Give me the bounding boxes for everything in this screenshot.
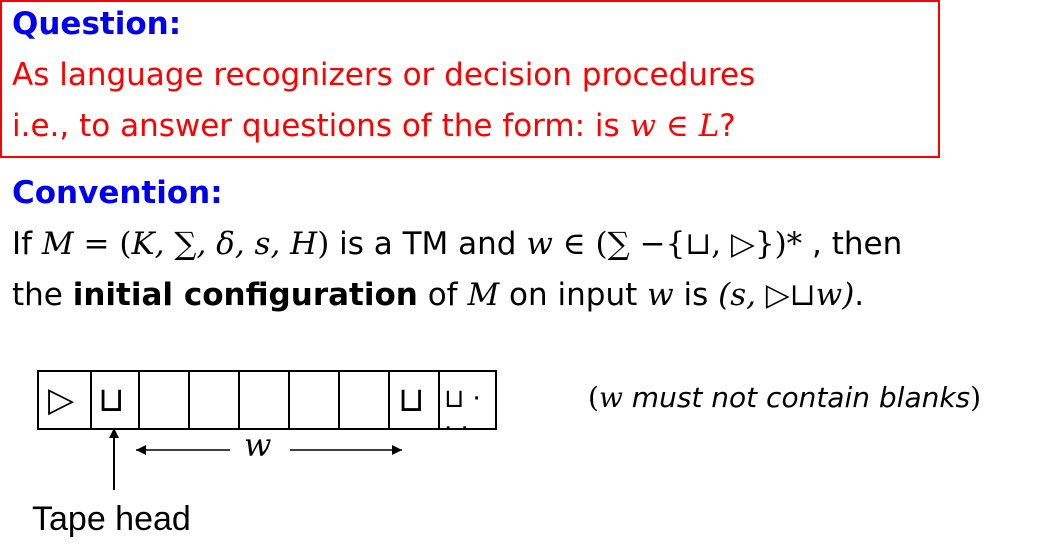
convention-text: , then [802,226,903,262]
tape-cell [340,372,390,428]
question-line-1: As language recognizers or decision proc… [12,57,756,93]
convention-text: If [12,226,42,262]
tape-cell [240,372,290,428]
convention-line-2: the initial configuration of M on input … [12,277,864,313]
tape-head-arrow [109,428,119,490]
tape-symbol: ⊔ [398,380,425,420]
initial-configuration-term: initial configuration [72,277,418,313]
tape-cell: ⊔ [390,372,440,428]
math-tuple: K, ∑, δ, s, H [131,226,318,262]
convention-heading: Convention: [12,175,223,211]
math-w: w [526,226,553,262]
blank-note: (w must not contain blanks) [588,381,981,414]
period: . [854,277,865,313]
math-eq: = ( [73,226,132,262]
math-close: ) [317,226,330,262]
w-label: w [244,426,272,464]
tape-cell [190,372,240,428]
math-in: ∈ [656,108,699,144]
note-text: must not contain blanks [622,381,971,414]
question-heading: Question: [12,6,182,42]
convention-text: is a TM and [329,226,527,262]
tape-cell: ⊔ · · · [440,372,495,444]
math-L: L [698,108,720,144]
tape-cell [290,372,340,428]
tape: ▷ ⊔ ⊔ ⊔ · · · [37,370,497,444]
convention-text: on input [499,277,648,313]
question-mark: ? [719,108,736,144]
tape-cell: ▷ [39,372,92,428]
math-M: M [41,226,74,262]
math-config: (s, ▷⊔w) [718,277,855,313]
tape-symbol: ▷ [48,380,75,420]
tape-cell [140,372,190,428]
math-w: w [647,277,674,313]
convention-text: of [417,277,468,313]
note-paren: ( [588,381,599,414]
tape-cell: ⊔ [92,372,140,428]
convention-line-1: If M = (K, ∑, δ, s, H) is a TM and w ∈ (… [12,226,902,262]
tape-head-label: Tape head [32,500,191,538]
convention-text: the [12,277,73,313]
question-line-2-text: i.e., to answer questions of the form: i… [12,108,630,144]
convention-text: is [673,277,719,313]
note-paren: ) [970,381,982,414]
question-line-2: i.e., to answer questions of the form: i… [12,108,736,144]
math-M: M [467,277,500,313]
math-w: w [629,108,657,144]
tape-symbol: ⊔ · · · [444,384,481,444]
math-w: w [598,381,623,414]
math-set: ∈ (∑ −{⊔, ▷})* [552,226,803,262]
tape-symbol: ⊔ [98,380,125,420]
